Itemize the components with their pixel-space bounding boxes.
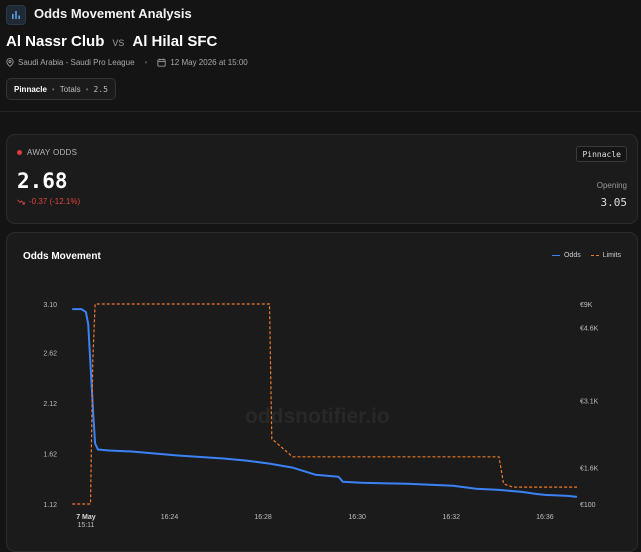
bar-chart-icon <box>6 5 26 25</box>
chip-bookmaker: Pinnacle <box>14 84 47 94</box>
odds-movement-card: Odds Movement Odds Limits oddsnotifier.i… <box>6 232 638 552</box>
page-title: Odds Movement Analysis <box>34 6 192 21</box>
y-right-tick-label: €1.6K <box>580 466 599 473</box>
limits-series-line <box>72 303 577 505</box>
x-tick-label: 16:32 <box>442 514 460 521</box>
home-team: Al Nassr Club <box>6 33 105 50</box>
chip-separator: • <box>85 84 89 94</box>
y-left-tick-label: 1.12 <box>43 502 57 509</box>
away-team: Al Hilal SFC <box>132 33 218 50</box>
x-tick-sublabel: 15:11 <box>77 522 94 529</box>
x-tick-label: 16:28 <box>254 514 272 521</box>
bookmaker-badge: Pinnacle <box>576 146 627 162</box>
away-odds-label: AWAY ODDS <box>17 148 77 157</box>
odds-change: -0.37 (-12.1%) <box>17 197 80 206</box>
status-dot <box>17 150 22 155</box>
vs-label: vs <box>112 35 125 49</box>
x-tick-label: 7 May <box>76 514 96 521</box>
odds-movement-chart[interactable]: oddsnotifier.io 3.10 2.62 2.12 1.62 1.12 €9K €4… <box>7 233 637 543</box>
meta-separator: • <box>144 58 148 67</box>
opening-value: 3.05 <box>600 196 628 209</box>
x-tick-label: 16:30 <box>348 514 366 521</box>
y-left-tick-label: 1.62 <box>43 451 57 458</box>
y-left-tick-label: 2.12 <box>43 401 57 408</box>
calendar-icon <box>157 58 166 67</box>
x-tick-label: 16:24 <box>161 514 179 521</box>
chip-separator: • <box>51 84 55 94</box>
y-left-tick-label: 3.10 <box>43 302 57 309</box>
chip-line: 2.5 <box>93 84 108 94</box>
y-right-tick-label: €3.1K <box>580 399 599 406</box>
chip-market: Totals <box>59 84 81 94</box>
odds-change-text: -0.37 (-12.1%) <box>29 197 81 206</box>
away-odds-label-text: AWAY ODDS <box>27 148 78 157</box>
opening-label: Opening <box>596 181 627 190</box>
y-left-tick-label: 2.62 <box>43 350 57 357</box>
league-label: Saudi Arabia - Saudi Pro League <box>18 58 135 67</box>
y-right-tick-label: €9K <box>580 302 593 309</box>
x-tick-label: 16:36 <box>536 514 554 521</box>
odds-series-line <box>72 308 578 498</box>
header-divider <box>0 111 641 112</box>
bar-chart-icon-glyph <box>12 11 20 19</box>
match-meta: Saudi Arabia - Saudi Pro League • 12 May… <box>6 58 248 67</box>
watermark-text: oddsnotifier.io <box>245 405 390 428</box>
match-datetime: 12 May 2026 at 15:00 <box>170 58 248 67</box>
current-odds: 2.68 <box>17 169 68 193</box>
y-right-tick-label: €4.6K <box>580 326 599 333</box>
trend-down-icon <box>17 198 25 204</box>
away-odds-card: AWAY ODDS 2.68 -0.37 (-12.1%) Pinnacle O… <box>6 134 638 224</box>
map-pin-icon <box>6 58 14 67</box>
y-right-tick-label: €100 <box>580 502 596 509</box>
match-title: Al Nassr Club vs Al Hilal SFC <box>6 33 217 50</box>
market-filter-chip[interactable]: Pinnacle • Totals • 2.5 <box>6 78 116 100</box>
